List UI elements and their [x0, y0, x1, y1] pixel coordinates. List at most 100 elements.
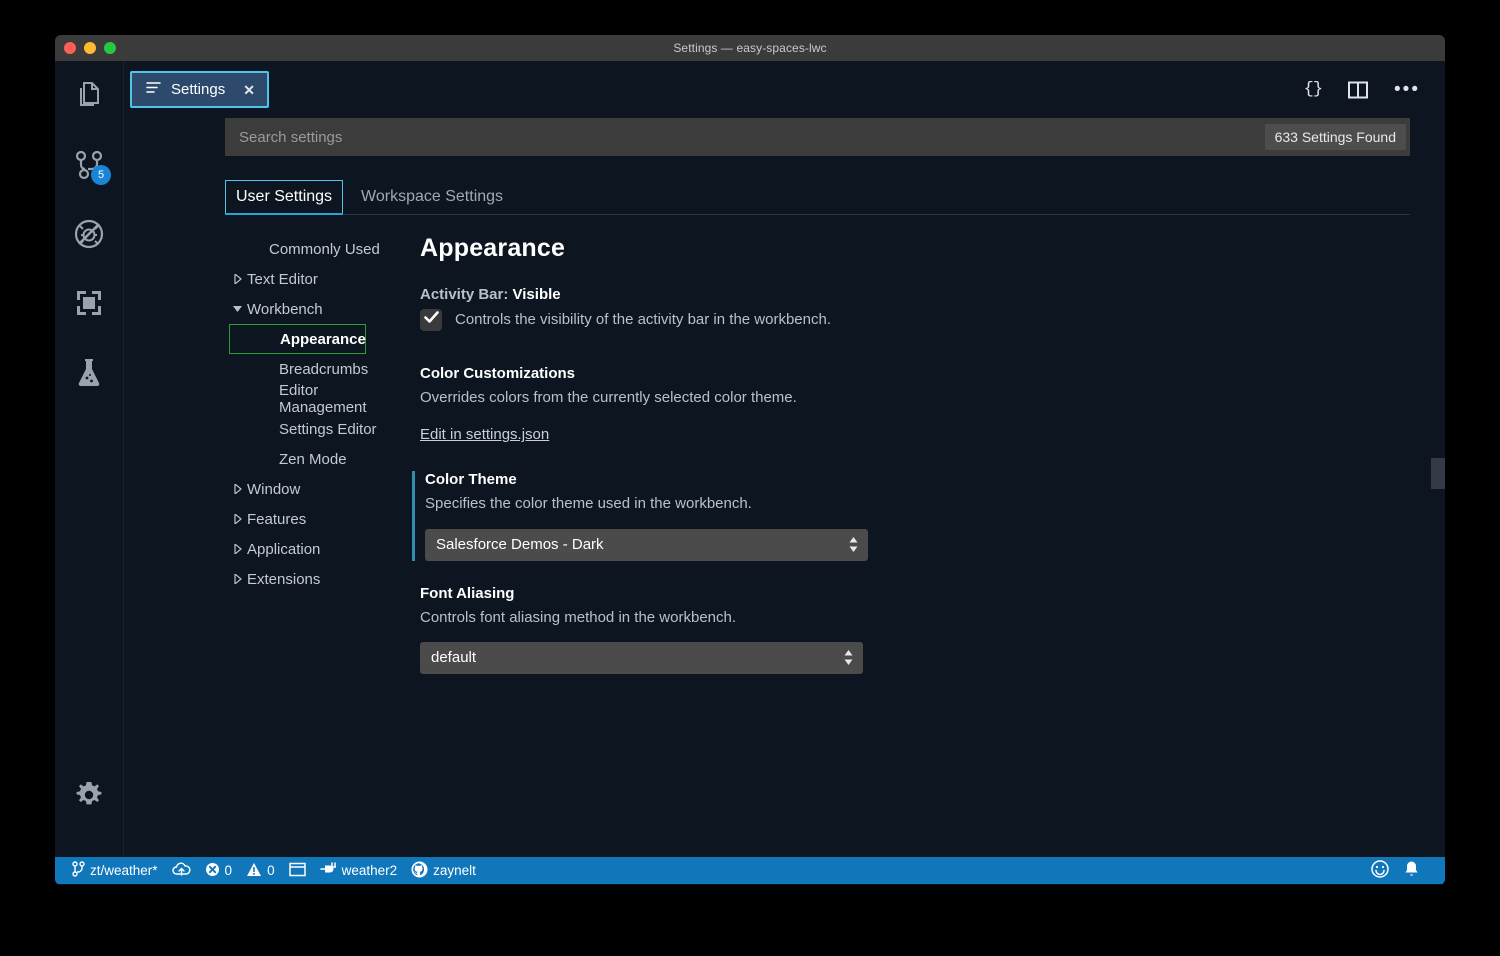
settings-lines-icon — [146, 81, 161, 99]
toc-item-commonly-used[interactable]: Commonly Used — [229, 234, 394, 264]
maximize-window-button[interactable] — [104, 42, 116, 54]
status-feedback[interactable] — [1364, 857, 1396, 884]
error-icon — [205, 862, 220, 880]
setting-color-customizations: Color Customizations Overrides colors fr… — [415, 365, 1425, 443]
bell-icon — [1403, 860, 1420, 881]
toc-item-zen-mode[interactable]: Zen Mode — [229, 444, 394, 474]
editor-toolbar: {} ••• — [1304, 80, 1445, 100]
window-icon — [288, 862, 306, 880]
color-theme-select[interactable]: Salesforce Demos - Dark — [425, 528, 868, 561]
settings-editor: 633 Settings Found User Settings Workspa… — [124, 118, 1445, 857]
warning-icon — [246, 862, 262, 880]
toc-label: Breadcrumbs — [279, 360, 369, 378]
toc-item-window[interactable]: Window — [229, 474, 394, 504]
search-settings-row: 633 Settings Found — [225, 118, 1410, 156]
setting-checkbox-row: Controls the visibility of the activity … — [420, 309, 1425, 331]
status-terminal[interactable] — [282, 857, 313, 884]
toc-label: Settings Editor — [279, 420, 377, 438]
status-org[interactable]: weather2 — [313, 857, 405, 884]
tab-bar: Settings ✕ {} ••• — [124, 61, 1445, 118]
close-window-button[interactable] — [64, 42, 76, 54]
status-notifications[interactable] — [1396, 857, 1427, 884]
chevron-down-icon — [229, 305, 247, 313]
toc-item-breadcrumbs[interactable]: Breadcrumbs — [229, 354, 394, 384]
split-editor-icon[interactable] — [1348, 81, 1369, 99]
toc-label: Commonly Used — [269, 240, 380, 258]
extensions-icon — [74, 288, 104, 318]
status-sync[interactable] — [165, 857, 198, 884]
status-problems[interactable]: 0 0 — [198, 857, 282, 884]
cloud-sync-icon — [171, 862, 191, 880]
tab-user-settings[interactable]: User Settings — [225, 180, 344, 215]
smiley-icon — [1371, 860, 1389, 881]
status-github-user[interactable]: zaynelt — [404, 857, 483, 884]
settings-found-badge: 633 Settings Found — [1264, 124, 1406, 150]
activity-item-source-control[interactable]: 5 — [55, 130, 123, 199]
setting-key: Font Aliasing — [420, 584, 515, 602]
chevron-right-icon — [229, 544, 247, 554]
vscode-window: Settings — easy-spaces-lwc 5 Settings ✕ … — [55, 35, 1445, 885]
more-actions-icon[interactable]: ••• — [1394, 80, 1420, 99]
close-icon[interactable]: ✕ — [243, 83, 255, 97]
setting-key: Visible — [512, 286, 561, 303]
open-settings-json-icon[interactable]: {} — [1304, 80, 1323, 99]
activity-item-manage[interactable] — [55, 760, 123, 829]
title-bar: Settings — easy-spaces-lwc — [55, 35, 1445, 61]
chevron-right-icon — [229, 514, 247, 524]
toc-item-editor-management[interactable]: Editor Management — [229, 382, 394, 416]
traffic-lights — [55, 42, 116, 54]
warning-count: 0 — [267, 863, 275, 878]
branch-label: zt/weather* — [90, 863, 158, 878]
setting-description: Controls the visibility of the activity … — [455, 310, 832, 328]
beaker-test-icon — [74, 356, 104, 388]
toc-item-application[interactable]: Application — [229, 534, 394, 564]
scrollbar-thumb[interactable] — [1431, 458, 1445, 489]
settings-toc: Commonly Used Text Editor Workbench Appe… — [124, 234, 394, 834]
activity-item-explorer[interactable] — [55, 61, 123, 130]
settings-items-list: Appearance Activity Bar: Visible Control… — [394, 234, 1445, 834]
toc-item-extensions[interactable]: Extensions — [229, 564, 394, 594]
activity-item-testing[interactable] — [55, 337, 123, 406]
font-aliasing-value: default — [431, 649, 477, 667]
activity-item-run-and-debug[interactable] — [55, 199, 123, 268]
github-icon — [411, 861, 428, 881]
edit-in-settings-json-link[interactable]: Edit in settings.json — [420, 426, 1425, 443]
toc-item-features[interactable]: Features — [229, 504, 394, 534]
stepper-arrows-icon — [849, 537, 858, 552]
plug-icon — [319, 862, 337, 879]
settings-scrollbar[interactable] — [1431, 118, 1445, 857]
tab-label: Settings — [171, 81, 226, 98]
tab-settings[interactable]: Settings ✕ — [130, 71, 269, 108]
status-bar: zt/weather* 0 0 weather2 zaynelt — [55, 857, 1445, 884]
settings-content: Commonly Used Text Editor Workbench Appe… — [124, 234, 1445, 834]
toc-label: Features — [247, 510, 307, 528]
source-control-badge: 5 — [91, 165, 111, 185]
search-input[interactable] — [237, 127, 1265, 147]
setting-description: Overrides colors from the currently sele… — [420, 389, 797, 406]
setting-title: Color Theme — [425, 471, 1425, 488]
toc-label: Extensions — [247, 570, 321, 588]
toc-label: Application — [247, 540, 321, 558]
chevron-right-icon — [229, 484, 247, 494]
toc-label: Window — [247, 480, 301, 498]
font-aliasing-select[interactable]: default — [420, 641, 863, 674]
toc-item-appearance[interactable]: Appearance — [229, 324, 366, 354]
color-theme-value: Salesforce Demos - Dark — [436, 536, 604, 553]
setting-description: Controls font aliasing method in the wor… — [420, 608, 737, 626]
activity-bar-visible-checkbox[interactable] — [420, 309, 442, 331]
setting-color-theme: Color Theme Specifies the color theme us… — [412, 471, 1425, 561]
setting-description: Specifies the color theme used in the wo… — [425, 495, 752, 513]
chevron-right-icon — [229, 274, 247, 284]
toc-item-text-editor[interactable]: Text Editor — [229, 264, 394, 294]
status-branch[interactable]: zt/weather* — [65, 857, 165, 884]
toc-item-settings-editor[interactable]: Settings Editor — [229, 414, 394, 444]
activity-item-extensions[interactable] — [55, 268, 123, 337]
minimize-window-button[interactable] — [84, 42, 96, 54]
toc-item-workbench[interactable]: Workbench — [229, 294, 394, 324]
scope-tabs: User Settings Workspace Settings — [225, 173, 1410, 215]
tab-workspace-settings[interactable]: Workspace Settings — [351, 181, 513, 214]
setting-font-aliasing: Font Aliasing Controls font aliasing met… — [415, 585, 1425, 674]
